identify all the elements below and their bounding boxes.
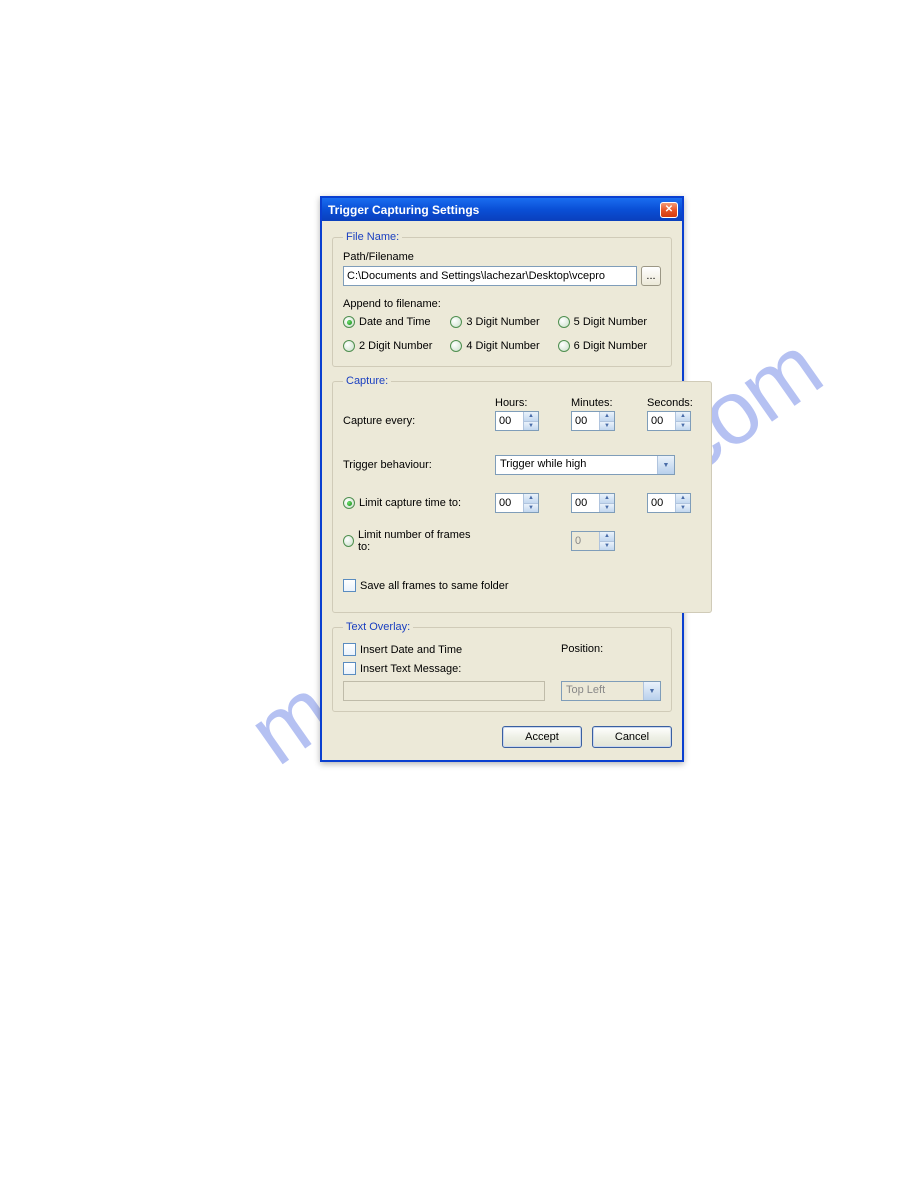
capture-legend: Capture: [343,375,391,387]
chevron-down-icon: ▼ [643,682,660,700]
radio-label: 5 Digit Number [574,316,647,328]
dialog-title: Trigger Capturing Settings [328,203,660,217]
chevron-down-icon[interactable]: ▼ [600,504,614,513]
radio-5-digit[interactable]: 5 Digit Number [558,316,661,328]
spinner-value: 00 [496,412,523,430]
radio-label: 6 Digit Number [574,340,647,352]
spinner-value: 00 [572,412,599,430]
close-icon: ✕ [665,205,673,215]
chevron-up-icon[interactable]: ▲ [600,494,614,504]
position-combo[interactable]: Top Left ▼ [561,681,661,701]
seconds-header: Seconds: [647,397,701,409]
hours-header: Hours: [495,397,549,409]
radio-icon [343,535,354,547]
file-name-group: File Name: Path/Filename ... Append to f… [332,231,672,367]
path-label: Path/Filename [343,251,661,263]
append-label: Append to filename: [343,298,661,310]
chevron-down-icon[interactable]: ▼ [524,422,538,431]
radio-6-digit[interactable]: 6 Digit Number [558,340,661,352]
combo-value: Trigger while high [496,456,657,474]
limit-frames-spinner[interactable]: 0 ▲▼ [571,531,615,551]
radio-label: Date and Time [359,316,431,328]
chevron-down-icon[interactable]: ▼ [676,422,690,431]
checkbox-insert-msg[interactable]: Insert Text Message: [343,662,462,675]
title-bar: Trigger Capturing Settings ✕ [322,198,682,221]
radio-4-digit[interactable]: 4 Digit Number [450,340,553,352]
chevron-down-icon: ▼ [657,456,674,474]
browse-button[interactable]: ... [641,266,661,286]
chevron-up-icon[interactable]: ▲ [600,412,614,422]
radio-icon [450,316,462,328]
radio-icon [343,497,355,509]
radio-label: 3 Digit Number [466,316,539,328]
capture-every-label: Capture every: [343,415,473,427]
dialog-window: Trigger Capturing Settings ✕ File Name: … [320,196,684,762]
checkbox-icon [343,643,356,656]
capture-seconds-spinner[interactable]: 00 ▲▼ [647,411,691,431]
radio-label: 4 Digit Number [466,340,539,352]
text-overlay-group: Text Overlay: Insert Date and Time Inser… [332,621,672,712]
radio-icon [343,340,355,352]
radio-label: Limit capture time to: [359,497,461,509]
chevron-down-icon[interactable]: ▼ [676,504,690,513]
spinner-value: 0 [572,532,599,550]
text-overlay-legend: Text Overlay: [343,621,413,633]
trigger-behaviour-combo[interactable]: Trigger while high ▼ [495,455,675,475]
checkbox-icon [343,662,356,675]
radio-icon [450,340,462,352]
radio-limit-frames[interactable]: Limit number of frames to: [343,529,473,553]
trigger-behaviour-label: Trigger behaviour: [343,459,473,471]
chevron-up-icon[interactable]: ▲ [676,494,690,504]
radio-2-digit[interactable]: 2 Digit Number [343,340,446,352]
checkbox-icon [343,579,356,592]
limit-hours-spinner[interactable]: 00 ▲▼ [495,493,539,513]
chevron-up-icon[interactable]: ▲ [524,412,538,422]
chevron-down-icon[interactable]: ▼ [524,504,538,513]
radio-icon [343,316,355,328]
spinner-value: 00 [572,494,599,512]
chevron-down-icon[interactable]: ▼ [600,422,614,431]
dialog-body: File Name: Path/Filename ... Append to f… [322,221,682,760]
spinner-value: 00 [496,494,523,512]
limit-seconds-spinner[interactable]: 00 ▲▼ [647,493,691,513]
radio-label: Limit number of frames to: [358,529,473,553]
file-name-legend: File Name: [343,231,402,243]
limit-minutes-spinner[interactable]: 00 ▲▼ [571,493,615,513]
checkbox-label: Insert Date and Time [360,644,462,656]
chevron-up-icon[interactable]: ▲ [676,412,690,422]
minutes-header: Minutes: [571,397,625,409]
spinner-value: 00 [648,412,675,430]
capture-minutes-spinner[interactable]: 00 ▲▼ [571,411,615,431]
capture-group: Capture: . Hours: Minutes: Seconds: Capt… [332,375,712,613]
checkbox-label: Save all frames to same folder [360,580,509,592]
position-label: Position: [561,643,661,655]
radio-date-time[interactable]: Date and Time [343,316,446,328]
radio-icon [558,316,570,328]
chevron-up-icon[interactable]: ▲ [524,494,538,504]
radio-label: 2 Digit Number [359,340,432,352]
radio-icon [558,340,570,352]
checkbox-label: Insert Text Message: [360,663,461,675]
cancel-button[interactable]: Cancel [592,726,672,748]
spinner-value: 00 [648,494,675,512]
chevron-down-icon[interactable]: ▼ [600,542,614,551]
path-input[interactable] [343,266,637,286]
radio-limit-time[interactable]: Limit capture time to: [343,497,473,509]
close-button[interactable]: ✕ [660,202,678,218]
combo-value: Top Left [562,682,643,700]
checkbox-insert-date[interactable]: Insert Date and Time [343,643,462,656]
accept-button[interactable]: Accept [502,726,582,748]
chevron-up-icon[interactable]: ▲ [600,532,614,542]
capture-hours-spinner[interactable]: 00 ▲▼ [495,411,539,431]
checkbox-save-folder[interactable]: Save all frames to same folder [343,579,701,592]
text-message-input[interactable] [343,681,545,701]
radio-3-digit[interactable]: 3 Digit Number [450,316,553,328]
